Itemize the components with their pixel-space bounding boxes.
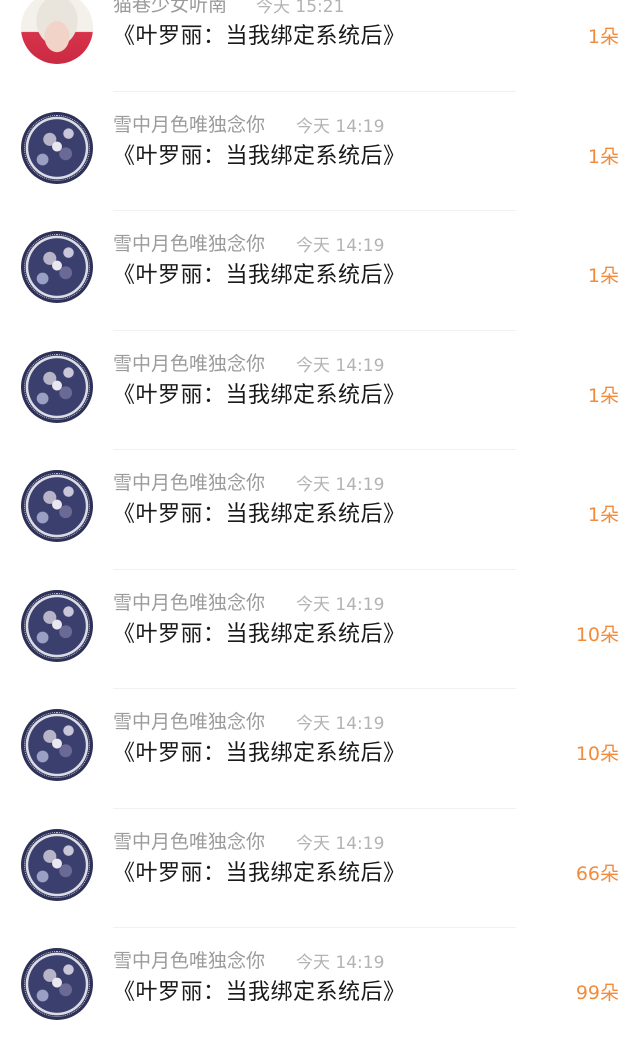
book-title[interactable]: 《叶罗丽：当我绑定系统后》 [113,974,406,1006]
list-item[interactable]: 雪中月色唯独念你 今天 14:19 《叶罗丽：当我绑定系统后》 10朵 [0,689,640,809]
flower-count: 10朵 [575,623,619,646]
flower-count: 99朵 [575,982,619,1004]
user-avatar[interactable] [21,470,93,542]
list-item[interactable]: 雪中月色唯独念你 今天 14:19 《叶罗丽：当我绑定系统后》 1朵 [0,450,640,570]
username[interactable]: 雪中月色唯独念你 [113,588,265,615]
user-avatar[interactable] [21,350,93,423]
user-avatar[interactable] [21,589,93,662]
book-title[interactable]: 《叶罗丽：当我绑定系统后》 [113,616,406,648]
list-item[interactable]: 猫巷少女听南 今天 15:21 《叶罗丽：当我绑定系统后》 1朵 [0,0,640,92]
username[interactable]: 猫巷少女听南 [113,0,227,17]
flower-count: 1朵 [587,265,619,287]
user-avatar[interactable] [21,0,93,64]
timestamp: 今天 14:19 [296,714,385,734]
user-avatar[interactable] [21,948,93,1020]
user-avatar[interactable] [21,231,93,303]
timestamp: 今天 14:19 [296,236,385,256]
book-title[interactable]: 《叶罗丽：当我绑定系统后》 [113,138,406,170]
book-title[interactable]: 《叶罗丽：当我绑定系统后》 [113,735,406,767]
username[interactable]: 雪中月色唯独念你 [113,229,265,256]
username[interactable]: 雪中月色唯独念你 [113,827,265,854]
list-item[interactable]: 雪中月色唯独念你 今天 14:19 《叶罗丽：当我绑定系统后》 10朵 [0,570,640,689]
flower-count: 10朵 [575,743,619,765]
timestamp: 今天 14:19 [296,475,385,495]
gift-record-list: 猫巷少女听南 今天 15:21 《叶罗丽：当我绑定系统后》 1朵 雪中月色唯独念… [0,0,640,1048]
book-title[interactable]: 《叶罗丽：当我绑定系统后》 [113,257,406,289]
list-item[interactable]: 雪中月色唯独念你 今天 14:19 《叶罗丽：当我绑定系统后》 1朵 [0,92,640,211]
username[interactable]: 雪中月色唯独念你 [113,110,265,137]
timestamp: 今天 15:21 [256,0,345,17]
book-title[interactable]: 《叶罗丽：当我绑定系统后》 [113,377,406,409]
flower-count: 1朵 [587,384,619,407]
list-item[interactable]: 雪中月色唯独念你 今天 14:19 《叶罗丽：当我绑定系统后》 1朵 [0,331,640,450]
flower-count: 1朵 [587,145,619,168]
book-title[interactable]: 《叶罗丽：当我绑定系统后》 [113,496,406,528]
book-title[interactable]: 《叶罗丽：当我绑定系统后》 [113,18,406,50]
flower-count: 1朵 [587,504,619,526]
username[interactable]: 雪中月色唯独念你 [113,946,265,973]
timestamp: 今天 14:19 [296,594,385,615]
timestamp: 今天 14:19 [296,355,385,376]
book-title[interactable]: 《叶罗丽：当我绑定系统后》 [113,855,406,887]
list-item[interactable]: 雪中月色唯独念你 今天 14:19 《叶罗丽：当我绑定系统后》 1朵 [0,211,640,331]
user-avatar[interactable] [21,111,93,184]
username[interactable]: 雪中月色唯独念你 [113,707,265,734]
list-item[interactable]: 雪中月色唯独念你 今天 14:19 《叶罗丽：当我绑定系统后》 66朵 [0,809,640,928]
username[interactable]: 雪中月色唯独念你 [113,349,265,376]
user-avatar[interactable] [21,828,93,901]
timestamp: 今天 14:19 [296,953,385,973]
timestamp: 今天 14:19 [296,833,385,854]
user-avatar[interactable] [21,709,93,781]
flower-count: 66朵 [575,862,619,885]
flower-count: 1朵 [587,26,619,48]
username[interactable]: 雪中月色唯独念你 [113,468,265,495]
timestamp: 今天 14:19 [296,116,385,137]
